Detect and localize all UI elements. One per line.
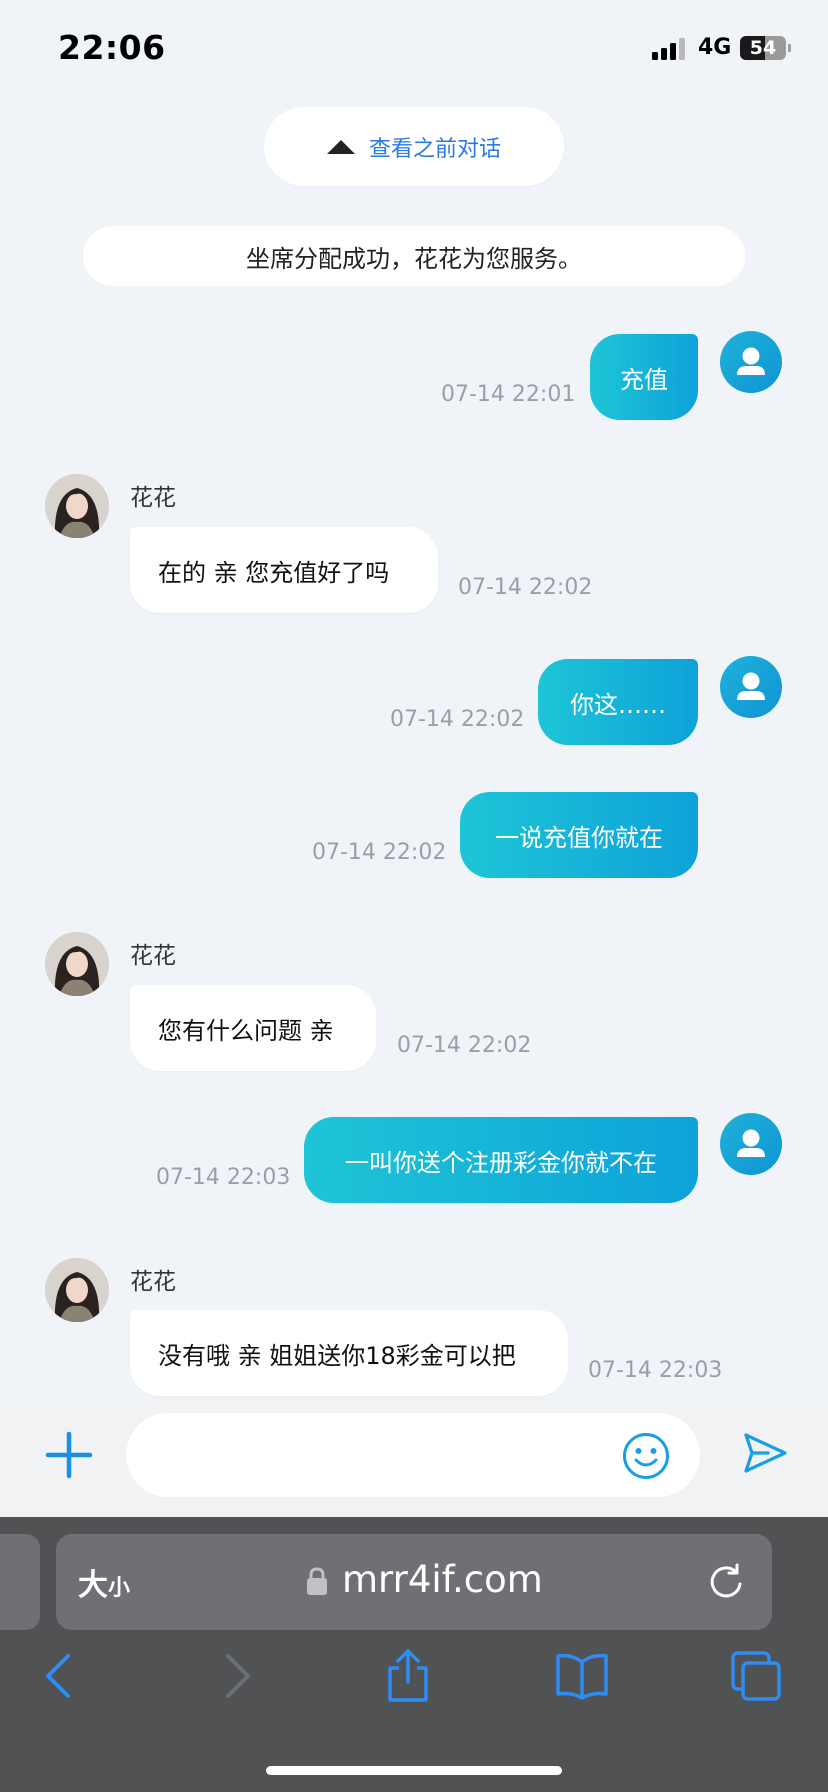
url-text: mrr4if.com — [342, 1558, 543, 1601]
agent-name: 花花 — [130, 1269, 176, 1295]
system-notice: 坐席分配成功，花花为您服务。 — [83, 226, 745, 286]
status-time: 22:06 — [58, 28, 166, 67]
message-bubble-agent[interactable]: 在的 亲 您充值好了吗 — [130, 527, 438, 613]
message-text: 一叫你送个注册彩金你就不在 — [345, 1148, 657, 1177]
lock-icon — [306, 1566, 328, 1596]
agent-avatar — [45, 932, 109, 996]
agent-name: 花花 — [130, 485, 176, 511]
message-bubble-user[interactable]: 一说充值你就在 — [460, 792, 698, 878]
bookmarks-icon[interactable] — [554, 1652, 610, 1704]
user-avatar — [720, 331, 782, 393]
message-timestamp: 07-14 22:02 — [397, 1033, 532, 1058]
user-avatar-icon — [737, 347, 765, 375]
text-size-button[interactable]: 大小 — [78, 1560, 130, 1604]
message-text: 没有哦 亲 姐姐送你18彩金可以把 — [158, 1341, 516, 1370]
user-avatar — [720, 656, 782, 718]
send-icon[interactable] — [742, 1430, 788, 1476]
emoji-icon[interactable] — [622, 1432, 670, 1480]
battery-level: 54 — [749, 37, 777, 59]
message-bubble-agent[interactable]: 您有什么问题 亲 — [130, 985, 376, 1071]
view-history-button[interactable]: 查看之前对话 — [264, 107, 564, 186]
message-bubble-user[interactable]: 一叫你送个注册彩金你就不在 — [304, 1117, 698, 1203]
home-indicator — [266, 1766, 562, 1775]
message-timestamp: 07-14 22:01 — [441, 382, 576, 407]
message-timestamp: 07-14 22:02 — [312, 840, 447, 865]
message-text: 您有什么问题 亲 — [158, 1016, 334, 1045]
message-input[interactable] — [126, 1413, 700, 1497]
system-notice-text: 坐席分配成功，花花为您服务。 — [246, 244, 582, 273]
text-size-small: 小 — [108, 1576, 131, 1601]
message-text: 你这…… — [570, 690, 666, 719]
message-timestamp: 07-14 22:03 — [588, 1358, 723, 1383]
signal-icon — [652, 38, 690, 60]
message-bubble-user[interactable]: 你这…… — [538, 659, 698, 745]
reload-icon[interactable] — [706, 1562, 746, 1602]
agent-name: 花花 — [130, 943, 176, 969]
forward-icon[interactable] — [210, 1650, 262, 1702]
user-avatar-icon — [737, 1129, 765, 1157]
agent-avatar — [45, 474, 109, 538]
battery-icon: 54 — [740, 36, 791, 60]
user-avatar-icon — [737, 672, 765, 700]
network-type: 4G — [698, 35, 732, 60]
message-timestamp: 07-14 22:02 — [390, 707, 525, 732]
message-text: 充值 — [620, 365, 668, 394]
view-history-label: 查看之前对话 — [368, 136, 501, 162]
previous-tab-stub[interactable] — [0, 1534, 40, 1630]
message-text: 在的 亲 您充值好了吗 — [158, 558, 390, 587]
message-text: 一说充值你就在 — [495, 823, 663, 852]
message-bubble-agent[interactable]: 没有哦 亲 姐姐送你18彩金可以把 — [130, 1310, 568, 1396]
user-avatar — [720, 1113, 782, 1175]
caret-up-icon — [326, 139, 355, 154]
message-timestamp: 07-14 22:03 — [156, 1165, 291, 1190]
message-bubble-user[interactable]: 充值 — [590, 334, 698, 420]
plus-icon[interactable] — [44, 1430, 94, 1480]
share-icon[interactable] — [382, 1648, 434, 1704]
tabs-icon[interactable] — [730, 1650, 782, 1702]
back-icon[interactable] — [34, 1650, 86, 1702]
message-timestamp: 07-14 22:02 — [458, 575, 593, 600]
text-size-big: 大 — [78, 1568, 108, 1603]
agent-avatar — [45, 1258, 109, 1322]
